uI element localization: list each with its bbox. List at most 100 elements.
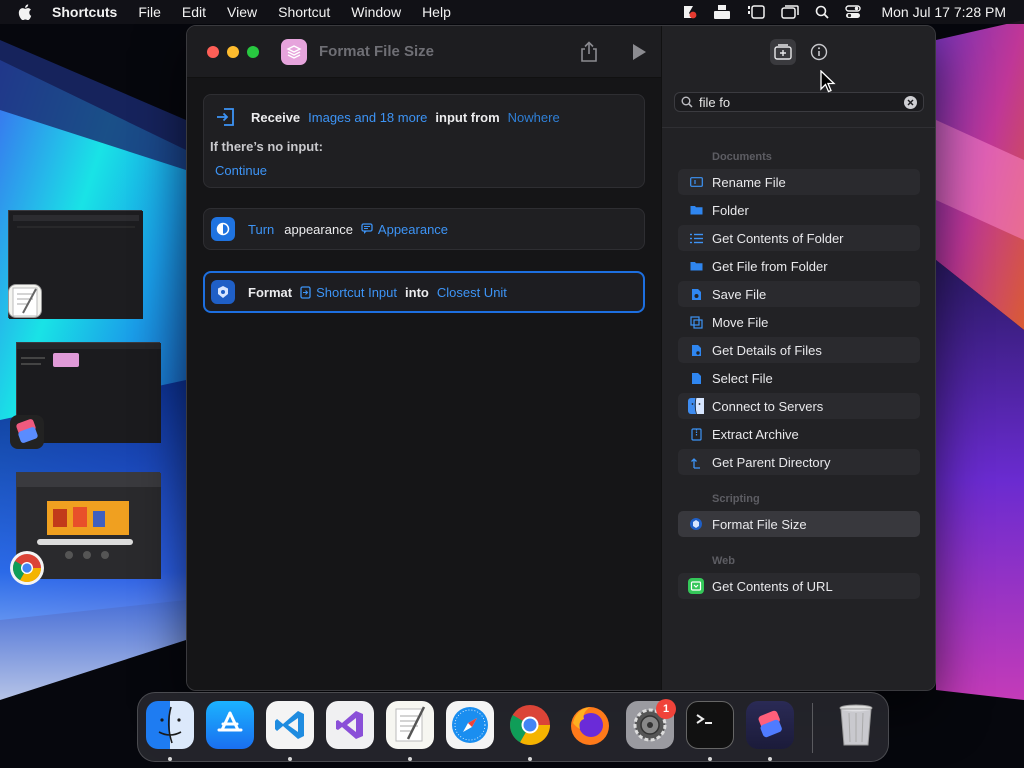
running-indicator xyxy=(288,757,292,761)
menu-shortcut[interactable]: Shortcut xyxy=(278,4,330,20)
appearance-icon xyxy=(211,217,235,241)
action-library-icon[interactable] xyxy=(770,39,796,65)
shortcut-input-token[interactable]: Shortcut Input xyxy=(300,285,397,300)
shortcut-editor: Format File Size Receive Images and 18 m… xyxy=(187,26,661,690)
into-label: into xyxy=(405,284,429,300)
hud-icon[interactable] xyxy=(713,5,731,19)
running-indicator xyxy=(528,757,532,761)
library-item-connect-to-servers[interactable]: Connect to Servers xyxy=(678,393,920,419)
menu-clock[interactable]: Mon Jul 17 7:28 PM xyxy=(881,4,1006,20)
library-item-label: Folder xyxy=(712,202,749,218)
dock-chrome-icon[interactable] xyxy=(506,701,554,749)
menu-bar: Shortcuts File Edit View Shortcut Window… xyxy=(0,0,1024,24)
library-item-label: Get Parent Directory xyxy=(712,454,831,470)
library-item-select-file[interactable]: Select File xyxy=(678,365,920,391)
run-shortcut-play-icon[interactable] xyxy=(631,43,647,61)
library-item-rename-file[interactable]: Rename File xyxy=(678,169,920,195)
finder-icon xyxy=(688,398,704,414)
library-item-save-file[interactable]: Save File xyxy=(678,281,920,307)
clear-search-icon[interactable] xyxy=(904,96,917,109)
library-item-extract-archive[interactable]: Extract Archive xyxy=(678,421,920,447)
library-item-get-contents-of-url[interactable]: Get Contents of URL xyxy=(678,573,920,599)
screen-recorder-icon[interactable] xyxy=(681,4,697,20)
menu-app-name[interactable]: Shortcuts xyxy=(52,4,117,20)
library-item-label: Format File Size xyxy=(712,516,807,532)
library-item-label: Get Contents of URL xyxy=(712,578,833,594)
input-from-label: input from xyxy=(435,109,500,125)
format-file-size-action[interactable]: Format Shortcut Input into Closest Unit xyxy=(203,271,645,313)
textedit-app-icon xyxy=(8,284,42,318)
section-title-documents: Documents xyxy=(712,151,772,163)
shortcut-layers-icon[interactable] xyxy=(281,39,307,65)
dock-separator xyxy=(812,703,813,753)
parent-directory-icon xyxy=(688,454,704,470)
dock-textedit-icon[interactable] xyxy=(386,701,434,749)
search-input[interactable] xyxy=(699,94,889,110)
dock-visual-studio-icon[interactable] xyxy=(326,701,374,749)
control-center-icon[interactable] xyxy=(845,5,862,19)
appearance-label: appearance xyxy=(284,221,353,237)
share-icon[interactable] xyxy=(579,41,599,63)
shortcut-details-info-icon[interactable] xyxy=(808,41,830,63)
receive-input-action[interactable]: Receive Images and 18 more input from No… xyxy=(203,94,645,188)
no-input-continue-token[interactable]: Continue xyxy=(215,163,267,178)
dock-vscode-icon[interactable] xyxy=(266,701,314,749)
move-file-icon xyxy=(688,314,704,330)
dock-shortcuts-icon[interactable] xyxy=(746,701,794,749)
section-title-scripting: Scripting xyxy=(712,493,760,505)
archive-icon xyxy=(688,426,704,442)
running-indicator xyxy=(708,757,712,761)
library-item-get-contents-of-folder[interactable]: Get Contents of Folder xyxy=(678,225,920,251)
stage-manager-icon[interactable] xyxy=(747,5,766,19)
apple-menu-icon[interactable] xyxy=(18,4,36,20)
section-title-web: Web xyxy=(712,555,736,567)
dock-safari-icon[interactable] xyxy=(446,701,494,749)
library-item-label: Connect to Servers xyxy=(712,398,824,414)
input-source-token[interactable]: Nowhere xyxy=(508,110,560,125)
set-appearance-action[interactable]: Turn appearance Appearance xyxy=(203,208,645,250)
library-item-move-file[interactable]: Move File xyxy=(678,309,920,335)
dock-trash-icon[interactable] xyxy=(832,701,880,749)
close-window-button[interactable] xyxy=(207,46,219,58)
minimize-window-button[interactable] xyxy=(227,46,239,58)
library-item-format-file-size[interactable]: Format File Size xyxy=(678,511,920,537)
menu-help[interactable]: Help xyxy=(422,4,451,20)
receive-input-icon xyxy=(214,105,238,129)
closest-unit-token[interactable]: Closest Unit xyxy=(437,285,507,300)
menu-file[interactable]: File xyxy=(138,4,161,20)
dock-terminal-icon[interactable] xyxy=(686,701,734,749)
library-item-get-file-from-folder[interactable]: Get File from Folder xyxy=(678,253,920,279)
shortcuts-window: Format File Size Receive Images and 18 m… xyxy=(186,25,936,691)
running-indicator xyxy=(408,757,412,761)
input-types-token[interactable]: Images and 18 more xyxy=(308,110,427,125)
shortcut-input-icon xyxy=(300,285,311,299)
appearance-variable-token[interactable]: Appearance xyxy=(361,222,448,237)
folder-icon xyxy=(688,258,704,274)
dock-app-store-icon[interactable] xyxy=(206,701,254,749)
library-item-label: Save File xyxy=(712,286,767,302)
menu-window[interactable]: Window xyxy=(351,4,401,20)
menu-view[interactable]: View xyxy=(227,4,257,20)
variable-icon xyxy=(361,223,373,234)
dock-firefox-icon[interactable] xyxy=(566,701,614,749)
window-title[interactable]: Format File Size xyxy=(319,43,434,60)
library-item-label: Move File xyxy=(712,314,769,330)
library-item-label: Get File from Folder xyxy=(712,258,828,274)
action-search-field[interactable] xyxy=(674,92,924,112)
dock-finder-icon[interactable] xyxy=(146,701,194,749)
list-icon xyxy=(688,230,704,246)
library-item-get-details-of-files[interactable]: Get Details of Files xyxy=(678,337,920,363)
search-icon xyxy=(681,96,693,108)
library-item-label: Get Details of Files xyxy=(712,342,822,358)
library-item-label: Get Contents of Folder xyxy=(712,230,844,246)
library-item-folder[interactable]: Folder xyxy=(678,197,920,223)
zoom-window-button[interactable] xyxy=(247,46,259,58)
display-icon[interactable] xyxy=(781,5,800,19)
library-item-get-parent-directory[interactable]: Get Parent Directory xyxy=(678,449,920,475)
menu-edit[interactable]: Edit xyxy=(182,4,206,20)
rename-file-icon xyxy=(688,174,704,190)
spotlight-search-icon[interactable] xyxy=(815,5,830,19)
title-bar: Format File Size xyxy=(187,26,661,78)
running-indicator xyxy=(168,757,172,761)
turn-token[interactable]: Turn xyxy=(248,222,274,237)
